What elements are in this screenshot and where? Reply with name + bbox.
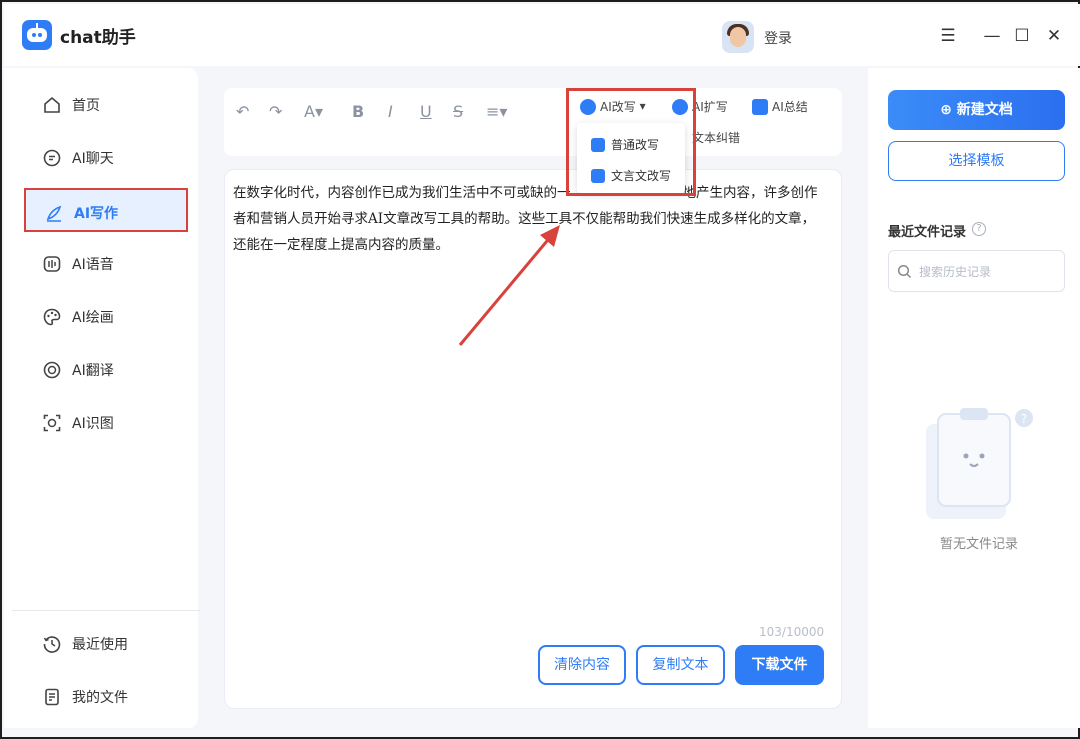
search-icon (897, 264, 912, 279)
sidebar-item-label: AI识图 (72, 416, 114, 432)
maximize-icon[interactable]: ☐ (1012, 26, 1032, 46)
sidebar-item-my-files[interactable]: 我的文件 (24, 674, 188, 718)
clear-content-button[interactable]: 清除内容 (538, 645, 626, 685)
content-line: 地产生内容，许多创作 (682, 185, 818, 201)
sidebar-item-ai-translate[interactable]: AI翻译 (24, 347, 188, 391)
font-color-icon[interactable]: A▾ (304, 102, 323, 121)
strikethrough-icon[interactable]: S (453, 102, 463, 121)
recent-files-title: 最近文件记录 (888, 225, 967, 240)
image-recognition-icon (43, 414, 61, 432)
editor-toolbar: ↶ ↷ A▾ B I U S ≡▾ AI改写 ▾ AI扩写 AI总结 (224, 88, 842, 156)
ai-summary-button[interactable]: AI总结 (752, 98, 808, 115)
search-input[interactable] (919, 262, 1059, 282)
avatar[interactable] (722, 21, 754, 53)
underline-icon[interactable]: U (420, 102, 432, 121)
right-panel: ⊕ 新建文档 选择模板 最近文件记录 ? ? 暂无文件记录 (868, 68, 1080, 728)
sidebar-item-ai-painting[interactable]: AI绘画 (24, 294, 188, 338)
bold-icon[interactable]: B (352, 102, 364, 121)
sidebar-item-recent[interactable]: 最近使用 (24, 621, 188, 665)
content-line: 在数字化时代，内容创作已成为我们生活中不可或缺的一 (233, 185, 571, 201)
sidebar-item-label: 首页 (72, 98, 100, 114)
palette-icon (43, 308, 61, 326)
home-icon (44, 96, 60, 113)
redo-icon[interactable]: ↷ (269, 102, 282, 121)
italic-icon[interactable]: I (388, 102, 393, 121)
chat-icon (43, 149, 61, 167)
voice-icon (43, 256, 61, 272)
translate-icon (43, 361, 61, 379)
char-count: 103/10000 (759, 625, 825, 639)
sidebar-item-label: 我的文件 (72, 690, 128, 706)
sidebar-item-ai-voice[interactable]: AI语音 (24, 241, 188, 285)
download-file-button[interactable]: 下载文件 (735, 645, 824, 685)
app-window: chat助手 登录 ☰ — ☐ ✕ 首页 AI聊天 AI写作 AI语音 AI绘画… (0, 0, 1080, 739)
svg-text:?: ? (1021, 412, 1027, 426)
sidebar-item-label: AI翻译 (72, 363, 114, 379)
sidebar-divider (12, 610, 200, 611)
search-history-field[interactable] (888, 250, 1065, 292)
menu-icon[interactable]: ☰ (938, 26, 958, 46)
minimize-icon[interactable]: — (982, 26, 1002, 46)
title-bar: chat助手 登录 ☰ — ☐ ✕ (4, 4, 1080, 66)
sidebar-item-ai-writing[interactable]: AI写作 (24, 188, 188, 232)
select-template-button[interactable]: 选择模板 (888, 141, 1065, 181)
copy-text-button[interactable]: 复制文本 (636, 645, 725, 685)
new-document-button[interactable]: ⊕ 新建文档 (888, 90, 1065, 130)
app-logo-icon (22, 20, 52, 50)
app-title: chat助手 (60, 28, 136, 48)
empty-state-text: 暂无文件记录 (940, 537, 1019, 552)
sidebar-item-label: AI聊天 (72, 151, 114, 167)
sidebar-item-ai-image-recognition[interactable]: AI识图 (24, 400, 188, 444)
close-icon[interactable]: ✕ (1044, 26, 1064, 46)
sidebar-item-label: AI语音 (72, 257, 114, 273)
undo-icon[interactable]: ↶ (236, 102, 249, 121)
sidebar-item-home[interactable]: 首页 (24, 82, 188, 126)
highlight-frame (566, 88, 696, 196)
sidebar-item-label: AI写作 (74, 206, 119, 222)
align-icon[interactable]: ≡▾ (486, 102, 507, 121)
history-icon (43, 636, 61, 653)
sidebar: 首页 AI聊天 AI写作 AI语音 AI绘画 AI翻译 AI识图 最近使用 我的… (4, 68, 200, 728)
empty-state-illustration: ? (926, 408, 1033, 519)
annotation-arrow (458, 225, 560, 346)
sidebar-item-ai-chat[interactable]: AI聊天 (24, 135, 188, 179)
login-link[interactable]: 登录 (764, 28, 792, 48)
sidebar-item-label: AI绘画 (72, 310, 114, 326)
pen-icon (46, 205, 62, 222)
text-correction-button[interactable]: 文本纠错 (692, 129, 740, 146)
help-icon[interactable]: ? (972, 222, 986, 236)
file-icon (45, 688, 59, 706)
ai-summary-icon (752, 98, 768, 115)
sidebar-item-label: 最近使用 (72, 637, 128, 653)
